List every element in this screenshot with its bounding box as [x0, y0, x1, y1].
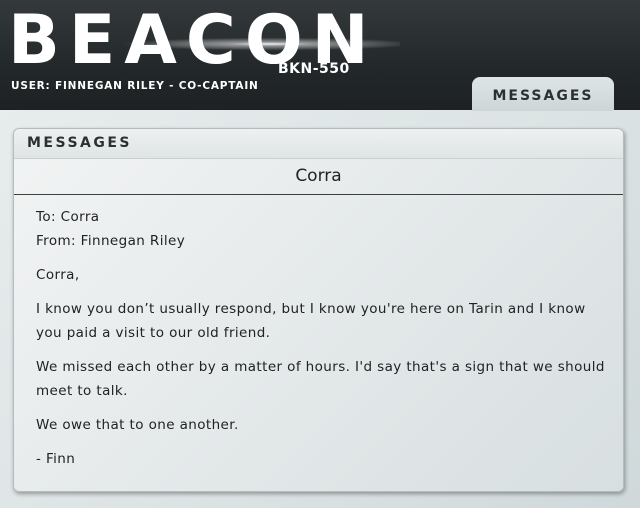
message-paragraph: We owe that to one another.: [36, 417, 239, 433]
user-info: USER: FINNEGAN RILEY - CO-CAPTAIN: [11, 80, 259, 92]
conversation-recipient: Corra: [14, 159, 623, 195]
tab-messages[interactable]: MESSAGES: [472, 77, 614, 111]
panel-title: MESSAGES: [27, 135, 133, 151]
panel-header: MESSAGES: [14, 129, 623, 159]
messages-panel: MESSAGES Corra To: Corra From: Finnegan …: [13, 128, 624, 492]
message-to: To: Corra: [36, 209, 100, 225]
message-greeting: Corra,: [36, 267, 80, 283]
message-paragraph: I know you don’t usually respond, but I …: [36, 301, 586, 341]
message-from: From: Finnegan Riley: [36, 233, 186, 249]
message-paragraph: We missed each other by a matter of hour…: [36, 359, 605, 399]
message-body: To: Corra From: Finnegan Riley Corra, I …: [36, 205, 606, 481]
ship-id: BKN-550: [278, 61, 350, 77]
message-signature: - Finn: [36, 451, 76, 467]
